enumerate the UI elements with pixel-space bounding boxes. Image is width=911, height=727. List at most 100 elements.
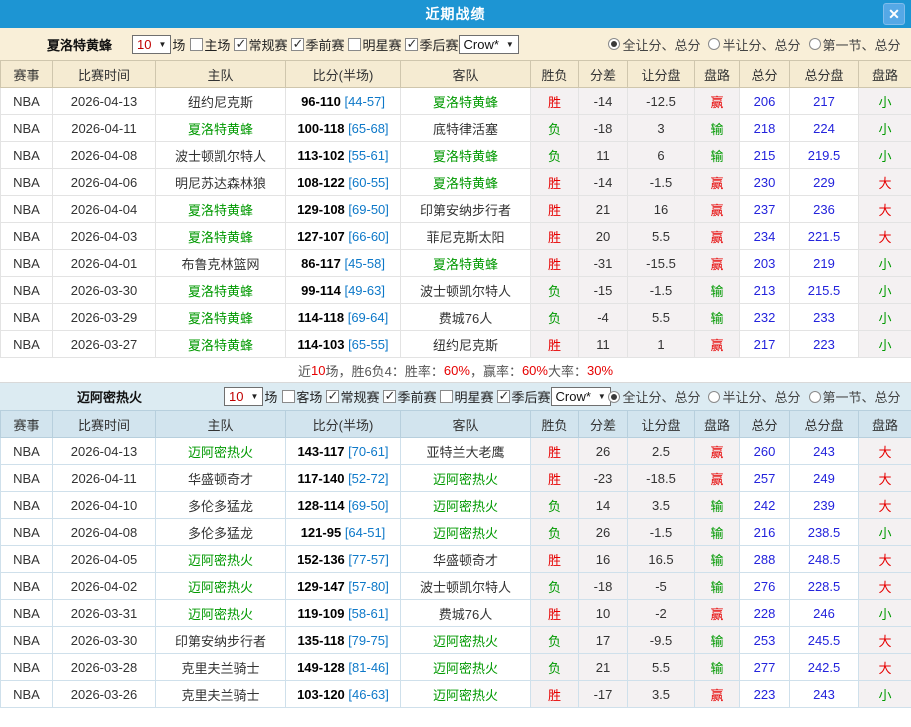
cell-date: 2026-04-11 [53,115,156,142]
cell-date: 2026-04-05 [53,546,156,573]
filter-checkbox-3[interactable]: 明星赛 [344,35,401,54]
cell-league: NBA [1,88,53,115]
filter-checkbox-2[interactable]: 季前赛 [287,35,344,54]
score-halftime: [55-61] [348,148,388,163]
radio-label: 第一节、总分 [823,35,901,54]
table-row: NBA2026-04-11夏洛特黄蜂100-118 [65-68]底特律活塞负-… [1,115,911,142]
close-button[interactable]: ✕ [883,3,905,25]
table-row: NBA2026-03-26克里夫兰骑士103-120 [46-63]迈阿密热火胜… [1,681,911,708]
filter-checkbox-1[interactable]: 常规赛 [230,35,287,54]
cell-away-team: 夏洛特黄蜂 [401,142,531,169]
cell-over-under: 小 [859,88,911,115]
table-row: NBA2026-04-10多伦多猛龙128-114 [69-50]迈阿密热火负1… [1,492,911,519]
cell-over-under: 大 [859,654,911,681]
cell-total-line: 243 [790,438,859,465]
cell-away-team: 纽约尼克斯 [401,331,531,358]
column-header: 比分(半场) [286,411,401,438]
cell-result: 胜 [531,196,579,223]
checkbox-icon [190,38,203,51]
cell-handicap-result: 赢 [695,169,740,196]
cell-total-line: 221.5 [790,223,859,250]
games-count-select[interactable]: 10▼ [132,35,171,54]
cell-result: 负 [531,277,579,304]
score-fulltime: 103-120 [297,687,345,702]
cell-date: 2026-03-30 [53,277,156,304]
cell-home-team: 夏洛特黄蜂 [156,223,286,250]
cell-total-line: 248.5 [790,546,859,573]
column-header: 分差 [579,411,628,438]
cell-away-team: 迈阿密热火 [401,519,531,546]
filter-radio-1[interactable]: 半让分、总分 [708,387,800,406]
cell-over-under: 小 [859,142,911,169]
cell-total-line: 236 [790,196,859,223]
cell-total-points: 206 [740,88,790,115]
filter-checkbox-0[interactable]: 主场 [186,35,230,54]
cell-over-under: 大 [859,627,911,654]
filter-checkbox-0[interactable]: 客场 [278,387,322,406]
cell-league: NBA [1,169,53,196]
cell-league: NBA [1,196,53,223]
table-row: NBA2026-04-04夏洛特黄蜂129-108 [69-50]印第安纳步行者… [1,196,911,223]
cell-home-team: 迈阿密热火 [156,573,286,600]
cell-away-team: 迈阿密热火 [401,492,531,519]
team-section-heat: 迈阿密热火10▼场客场常规赛季前赛明星赛季后赛Crow*▼全让分、总分半让分、总… [0,383,911,708]
column-header: 胜负 [531,411,579,438]
cell-total-line: 229 [790,169,859,196]
cell-total-points: 260 [740,438,790,465]
cell-over-under: 大 [859,223,911,250]
filter-checkbox-2[interactable]: 季前赛 [379,387,436,406]
cell-over-under: 小 [859,600,911,627]
score-halftime: [52-72] [348,471,388,486]
cell-handicap-line: 3.5 [628,681,695,708]
filter-radio-1[interactable]: 半让分、总分 [708,35,800,54]
cell-over-under: 大 [859,465,911,492]
games-count-select[interactable]: 10▼ [224,387,263,406]
chevron-down-icon: ▼ [506,40,514,49]
cell-home-team: 克里夫兰骑士 [156,654,286,681]
cell-home-team: 纽约尼克斯 [156,88,286,115]
cell-handicap-line: 5.5 [628,304,695,331]
cell-away-team: 迈阿密热火 [401,465,531,492]
score-fulltime: 99-114 [301,283,341,298]
cell-result: 胜 [531,546,579,573]
cell-handicap-result: 赢 [695,196,740,223]
cell-handicap-line: -1.5 [628,519,695,546]
column-header: 客队 [401,411,531,438]
cell-point-diff: -17 [579,681,628,708]
filter-radio-0[interactable]: 全让分、总分 [608,387,700,406]
chevron-down-icon: ▼ [250,392,258,401]
filter-checkbox-4[interactable]: 季后赛 [401,35,458,54]
column-header: 盘路 [695,61,740,88]
filter-checkbox-1[interactable]: 常规赛 [322,387,379,406]
cell-point-diff: 11 [579,142,628,169]
bookmaker-select[interactable]: Crow*▼ [459,35,519,54]
checkbox-label: 季前赛 [397,387,436,406]
cell-home-team: 夏洛特黄蜂 [156,196,286,223]
filter-checkbox-4[interactable]: 季后赛 [493,387,550,406]
bookmaker-value: Crow* [556,389,591,404]
score-halftime: [49-63] [344,283,384,298]
column-header: 比分(半场) [286,61,401,88]
cell-handicap-line: 6 [628,142,695,169]
cell-total-points: 277 [740,654,790,681]
filter-radio-0[interactable]: 全让分、总分 [608,35,700,54]
column-header: 总分 [740,411,790,438]
column-header: 总分盘 [790,61,859,88]
table-row: NBA2026-03-30印第安纳步行者135-118 [79-75]迈阿密热火… [1,627,911,654]
table-row: NBA2026-03-30夏洛特黄蜂99-114 [49-63]波士顿凯尔特人负… [1,277,911,304]
cell-handicap-result: 输 [695,519,740,546]
cell-handicap-line: -1.5 [628,169,695,196]
cell-date: 2026-03-30 [53,627,156,654]
table-row: NBA2026-04-08波士顿凯尔特人113-102 [55-61]夏洛特黄蜂… [1,142,911,169]
radio-icon [608,38,620,50]
cell-home-team: 多伦多猛龙 [156,519,286,546]
cell-away-team: 迈阿密热火 [401,654,531,681]
score-halftime: [70-61] [348,444,388,459]
cell-home-team: 布鲁克林篮网 [156,250,286,277]
filter-checkbox-3[interactable]: 明星赛 [436,387,493,406]
column-header: 胜负 [531,61,579,88]
filter-radio-2[interactable]: 第一节、总分 [809,35,901,54]
checkbox-label: 明星赛 [362,35,401,54]
cell-home-team: 波士顿凯尔特人 [156,142,286,169]
filter-radio-2[interactable]: 第一节、总分 [809,387,901,406]
